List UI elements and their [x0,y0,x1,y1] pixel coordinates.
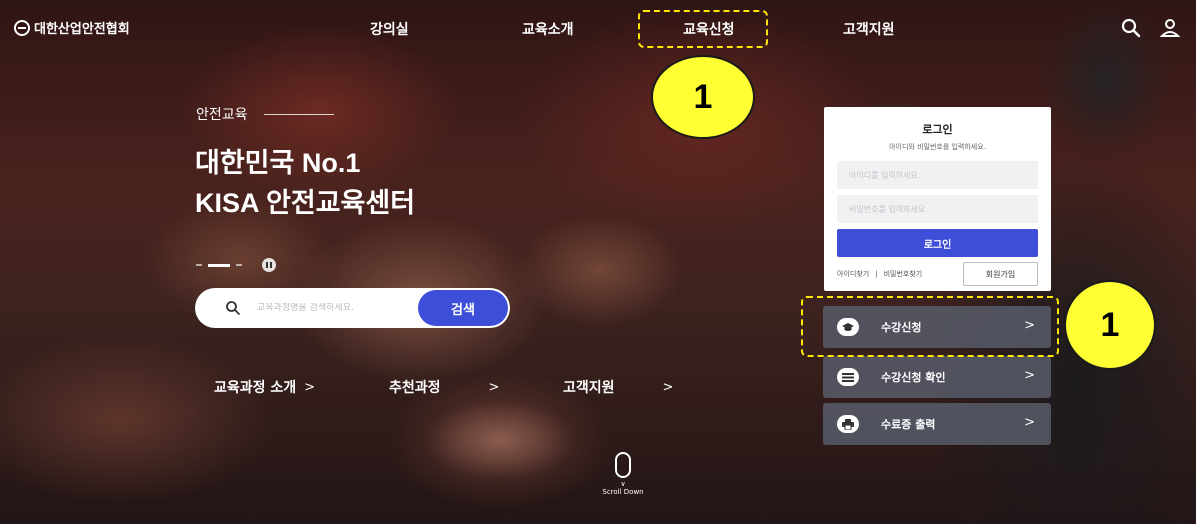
slider-controls [196,258,276,272]
login-title: 로그인 [922,123,953,136]
quick-link-course-intro[interactable]: 교육과정 소개 > [214,377,315,397]
login-description: 아이디와 비밀번호를 입력하세요. [889,143,986,151]
quick-link-support[interactable]: 고객지원 > [563,377,673,397]
search-button[interactable]: 검색 [418,290,508,326]
find-id-link[interactable]: 아이디찾기 [837,269,869,279]
login-help-links: 아이디찾기 | 비밀번호찾기 [837,269,922,279]
course-apply-check-button[interactable]: 수강신청 확인 > [823,356,1051,398]
action-label: 수료증 출력 [881,418,936,431]
hero-title: 대한민국 No.1 KISA 안전교육센터 [195,143,415,223]
action-label: 수강신청 확인 [881,371,946,384]
search-icon[interactable] [1120,17,1142,39]
course-search: 검색 [195,288,510,328]
logo-icon [14,19,30,36]
logo-text: 대한산업안전협회 [34,22,130,37]
list-icon [837,368,859,386]
login-button[interactable]: 로그인 [837,229,1038,257]
nav-education-intro[interactable]: 교육소개 [522,19,574,39]
scroll-down-indicator[interactable]: ∨ Scroll Down [601,452,645,496]
signup-button[interactable]: 회원가입 [963,262,1038,286]
printer-icon [837,415,859,433]
chevron-down-icon: ∨ [620,480,626,488]
chevron-right-icon: > [1024,415,1035,430]
hero-subtitle: 안전교육 [196,104,334,124]
annotation-badge-side: 1 [1064,280,1156,370]
slider-dot-active[interactable] [208,263,230,267]
hero-title-line1: 대한민국 No.1 [195,148,361,178]
nav-highlight-box [638,10,768,48]
scroll-down-label: Scroll Down [602,488,644,496]
hero-subtitle-text: 안전교육 [196,107,248,123]
hero-title-line2: KISA 안전교육센터 [195,188,416,218]
nav-classroom[interactable]: 강의실 [370,19,409,39]
slider-dot[interactable] [236,264,242,266]
mouse-icon [615,452,631,478]
hero-subtitle-line [263,113,334,115]
course-apply-highlight-box [801,296,1059,357]
find-password-link[interactable]: 비밀번호찾기 [884,269,923,279]
chevron-right-icon: > [1024,368,1035,383]
chevron-right-icon: > [662,379,674,395]
password-field[interactable] [837,195,1038,223]
quick-link-recommended[interactable]: 추천과정 > [389,377,499,397]
link-separator: | [875,270,878,278]
user-icon[interactable] [1159,17,1181,39]
certificate-print-button[interactable]: 수료증 출력 > [823,403,1051,445]
quick-link-label: 추천과정 [389,380,441,396]
chevron-right-icon: > [304,379,316,395]
site-header: 대한산업안전협회 강의실 교육소개 교육신청 고객지원 [0,0,1196,56]
user-id-field[interactable] [837,161,1038,189]
annotation-badge-nav: 1 [651,55,755,139]
login-panel: 로그인 아이디와 비밀번호를 입력하세요. 로그인 아이디찾기 | 비밀번호찾기… [824,107,1051,291]
chevron-right-icon: > [488,379,500,395]
quick-link-label: 교육과정 소개 [214,380,297,396]
slider-dot[interactable] [196,264,202,266]
quick-link-label: 고객지원 [563,380,615,396]
pause-icon[interactable] [262,258,276,272]
course-search-input[interactable] [257,303,407,313]
search-icon [226,301,240,315]
nav-customer-support[interactable]: 고객지원 [843,19,895,39]
site-logo[interactable]: 대한산업안전협회 [14,18,130,37]
